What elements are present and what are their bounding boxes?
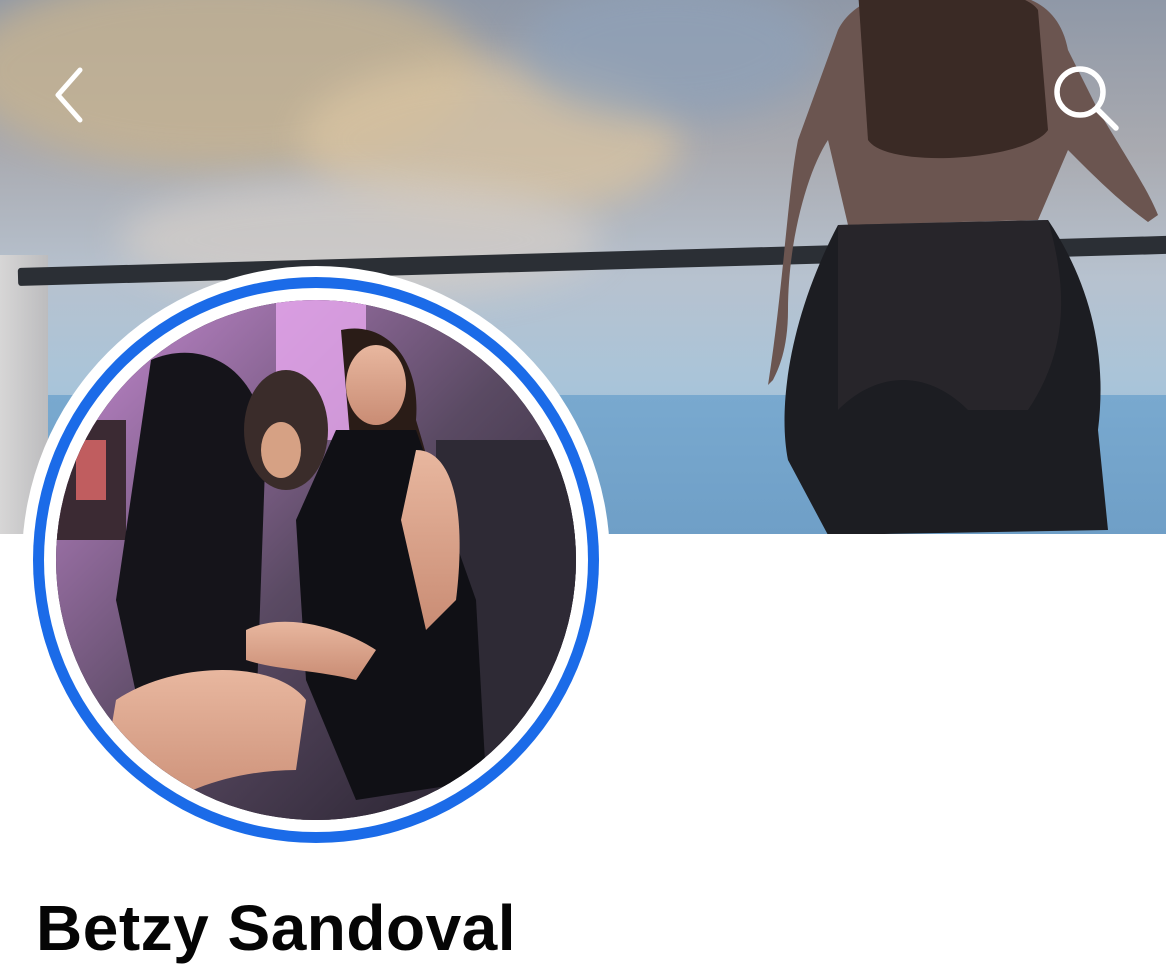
profile-name: Betzy Sandoval	[36, 892, 517, 964]
back-button[interactable]	[38, 58, 102, 132]
profile-picture-story-ring[interactable]	[22, 266, 610, 854]
profile-photo	[56, 300, 576, 820]
chevron-left-icon	[55, 67, 83, 123]
profile-picture[interactable]	[56, 300, 576, 820]
search-button[interactable]	[1042, 58, 1130, 138]
search-icon	[1054, 66, 1119, 131]
